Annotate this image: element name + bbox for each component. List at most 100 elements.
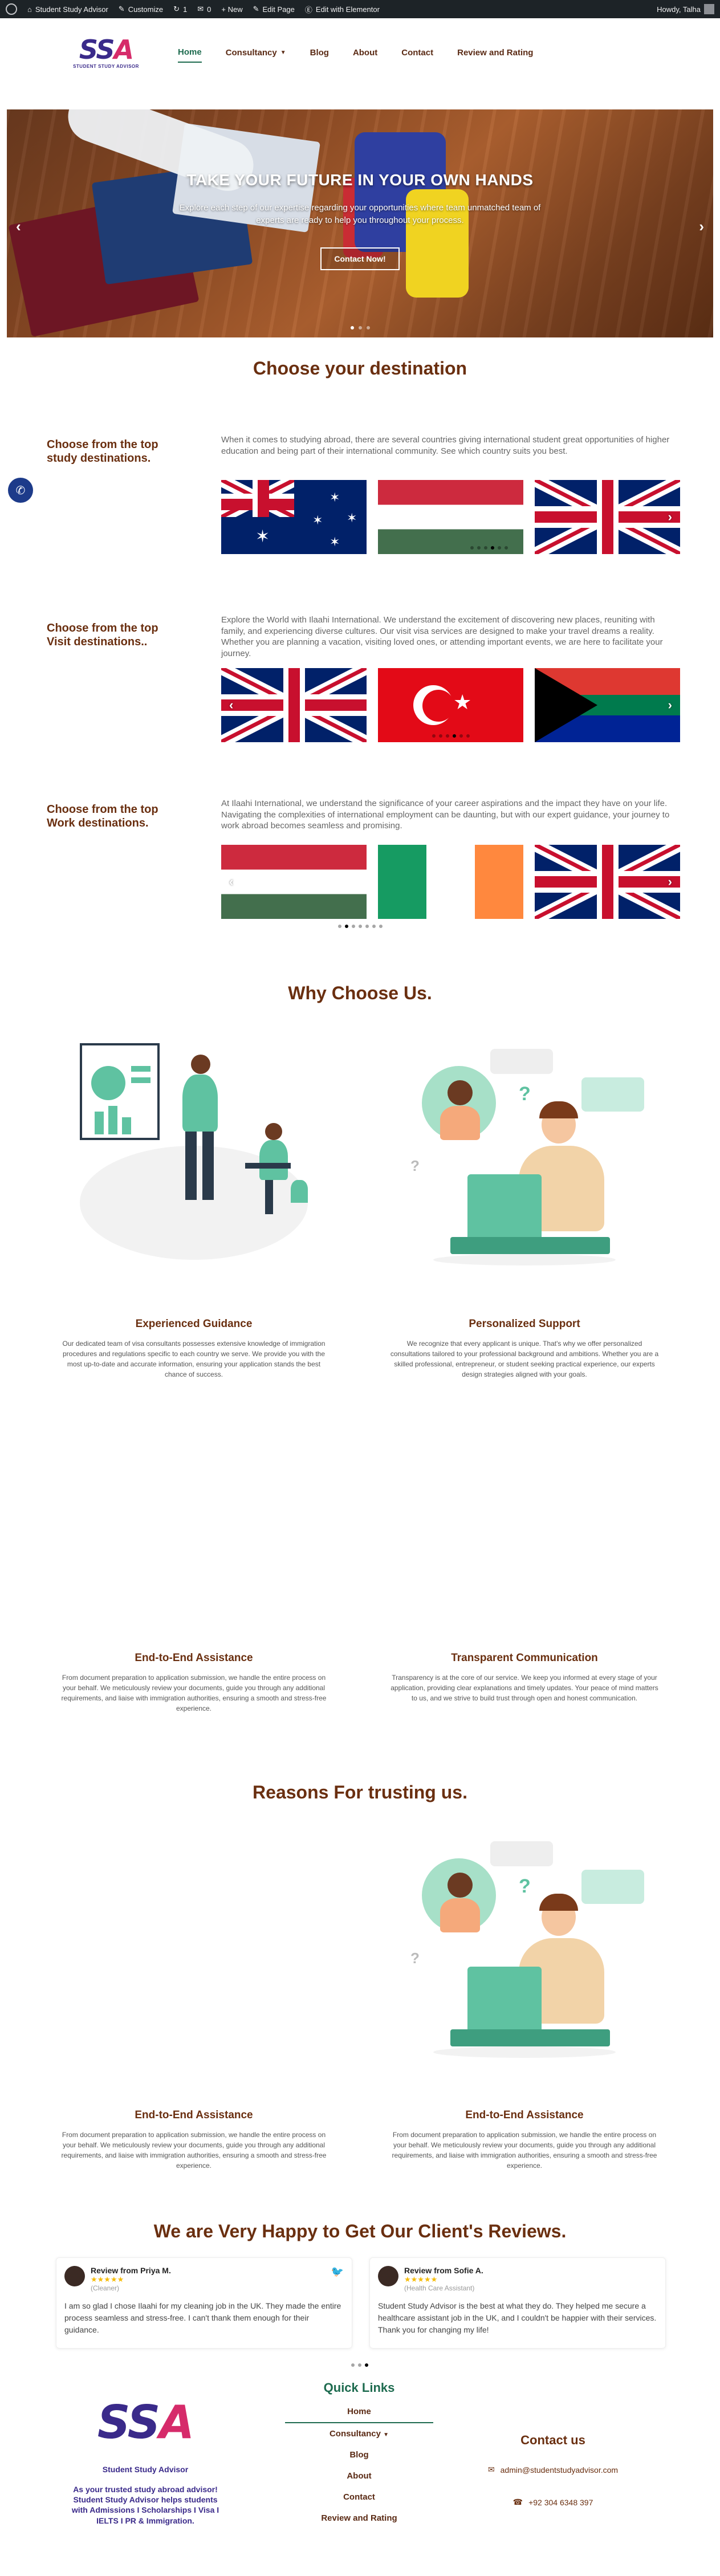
reviews-section: We are Very Happy to Get Our Client's Re… <box>0 2221 720 2242</box>
chevron-right-icon[interactable]: › <box>668 874 672 889</box>
nav-about[interactable]: About <box>353 43 377 62</box>
footer-link-about[interactable]: About <box>274 2465 445 2487</box>
footer-link-contact[interactable]: Contact <box>274 2487 445 2508</box>
hero-title: TAKE YOUR FUTURE IN YOUR OWN HANDS <box>186 171 534 189</box>
flag-hungary[interactable] <box>378 480 523 554</box>
destination-heading: Choose your destination <box>253 358 467 379</box>
hero-slider: TAKE YOUR FUTURE IN YOUR OWN HANDS Explo… <box>7 109 713 337</box>
contact-title: Contact us <box>520 2433 585 2447</box>
reviewer-name: Review from Sofie A. <box>404 2266 483 2275</box>
footer-link-consultancy[interactable]: Consultancy ▼ <box>274 2423 445 2444</box>
wp-admin-bar: ⌂ Student Study Advisor ✎ Customize ↻ 1 ✉ 0 … <box>0 0 720 18</box>
slider-dot[interactable] <box>366 326 370 329</box>
dest-desc: At Ilaahi International, we understand t… <box>221 799 670 831</box>
chevron-right-icon[interactable]: › <box>668 698 672 713</box>
customize-link[interactable]: ✎ Customize <box>119 5 163 14</box>
trust-section: Reasons For trusting us. <box>0 1782 720 1803</box>
updates-link[interactable]: ↻ 1 <box>173 5 187 14</box>
nav-contact[interactable]: Contact <box>401 43 433 62</box>
chevron-left-icon[interactable]: ‹ <box>229 874 233 889</box>
reviewer-role: (Cleaner) <box>91 2284 120 2292</box>
destination-section: Choose your destination <box>0 358 720 379</box>
contact-now-button[interactable]: Contact Now! <box>320 247 400 270</box>
chevron-right-icon[interactable]: › <box>699 218 704 235</box>
review-text: Student Study Advisor is the best at wha… <box>378 2301 657 2334</box>
nav-consultancy[interactable]: Consultancy ▼ <box>226 43 286 62</box>
brush-icon: ✎ <box>118 5 125 13</box>
card-text: From document preparation to application… <box>61 1674 327 1712</box>
flag-carousel: ✶ ✶ ✶ ✶ ✶ › <box>221 480 680 554</box>
edit-elementor-link[interactable]: Ⓔ Edit with Elementor <box>305 4 380 15</box>
avatar <box>704 4 714 14</box>
reviews-dots <box>351 2363 368 2367</box>
slider-dot[interactable] <box>350 326 354 329</box>
flag-united-kingdom[interactable] <box>221 668 367 742</box>
footer-link-home[interactable]: Home <box>285 2401 433 2423</box>
pencil-icon: ✎ <box>253 5 259 13</box>
my-account-link[interactable]: Howdy, Talha <box>657 4 714 14</box>
logo-subtitle: STUDENT STUDY ADVISOR <box>73 63 139 69</box>
site-logo[interactable]: SSA STUDENT STUDY ADVISOR <box>68 36 144 69</box>
flag-ireland[interactable] <box>378 845 523 919</box>
comments-link[interactable]: ✉ 0 <box>197 5 211 14</box>
personalized-support-illustration: ? ? <box>399 1049 650 1288</box>
footer-link-blog[interactable]: Blog <box>274 2444 445 2465</box>
reviews-carousel: Review from Priya M. ★★★★★ (Cleaner) 🐦 I… <box>56 2257 666 2349</box>
new-content-link[interactable]: + New <box>221 5 242 14</box>
avatar <box>64 2266 85 2286</box>
slider-dot[interactable] <box>358 326 362 329</box>
chevron-down-icon: ▼ <box>383 2432 389 2438</box>
flag-united-kingdom[interactable] <box>535 480 680 554</box>
chevron-left-icon[interactable]: ‹ <box>229 698 233 713</box>
flag-australia[interactable]: ✶ ✶ ✶ ✶ ✶ <box>221 480 367 554</box>
site-name-link[interactable]: ⌂ Student Study Advisor <box>27 5 108 14</box>
chevron-left-icon[interactable]: ‹ <box>16 218 21 235</box>
contact-phone[interactable]: ☎ +92 304 6348 397 <box>467 2497 638 2507</box>
envelope-icon: ✉ <box>487 2465 495 2474</box>
flag-south-africa[interactable] <box>535 668 680 742</box>
logo-mark: SS <box>79 34 115 65</box>
dest-desc: When it comes to studying abroad, there … <box>221 435 670 456</box>
flag-turkey[interactable]: ★ <box>378 668 523 742</box>
why-choose-section: Why Choose Us. <box>0 983 720 1004</box>
flag-carousel: ‹ › <box>221 845 680 919</box>
nav-home[interactable]: Home <box>178 43 202 63</box>
card-text: Transparency is at the core of our servi… <box>390 1674 658 1702</box>
footer-tagline: As your trusted study abroad advisor! St… <box>71 2485 219 2525</box>
card-text: From document preparation to application… <box>61 2131 327 2170</box>
dest-label: Choose from the top Visit destinations.. <box>47 622 158 648</box>
why-heading: Why Choose Us. <box>288 983 432 1003</box>
site-header: SSA STUDENT STUDY ADVISOR Home Consultan… <box>0 18 720 87</box>
footer-link-review-rating[interactable]: Review and Rating <box>274 2508 445 2529</box>
flag-united-kingdom[interactable] <box>535 845 680 919</box>
dest-desc: Explore the World with Ilaahi Internatio… <box>221 615 663 658</box>
dest-label: Choose from the top Work destinations. <box>47 803 158 829</box>
card-title: Experienced Guidance <box>135 1318 253 1330</box>
avatar <box>378 2266 398 2286</box>
experienced-guidance-illustration <box>63 1032 325 1283</box>
card-title: End-to-End Assistance <box>135 1652 253 1664</box>
carousel-dots <box>470 546 508 550</box>
contact-email[interactable]: ✉ admin@studentstudyadvisor.com <box>467 2465 638 2475</box>
home-icon: ⌂ <box>27 5 32 14</box>
card-title: End-to-End Assistance <box>135 2109 253 2121</box>
card-title: End-to-End Assistance <box>465 2109 584 2121</box>
nav-blog[interactable]: Blog <box>310 43 329 62</box>
chevron-down-icon: ▼ <box>280 49 286 56</box>
footer-logo[interactable]: SSA <box>80 2400 211 2445</box>
star-rating: ★★★★★ <box>91 2275 124 2284</box>
comment-icon: ✉ <box>197 5 204 13</box>
card-text: Our dedicated team of visa consultants p… <box>62 1340 326 1378</box>
twitter-icon[interactable]: 🐦 <box>331 2266 344 2278</box>
footer-brand: SSA Student Study Advisor As your truste… <box>68 2400 222 2526</box>
carousel-dots <box>337 925 383 928</box>
wordpress-icon[interactable] <box>6 3 17 15</box>
nav-review-rating[interactable]: Review and Rating <box>457 43 533 62</box>
chevron-right-icon[interactable]: › <box>668 510 672 524</box>
card-text: From document preparation to application… <box>392 2131 657 2170</box>
edit-page-link[interactable]: ✎ Edit Page <box>253 5 295 14</box>
star-rating: ★★★★★ <box>404 2275 438 2284</box>
quick-links-title: Quick Links <box>323 2380 395 2395</box>
main-nav: Home Consultancy ▼ Blog About Contact Rev… <box>178 43 533 63</box>
flag-hungary[interactable] <box>221 845 367 919</box>
